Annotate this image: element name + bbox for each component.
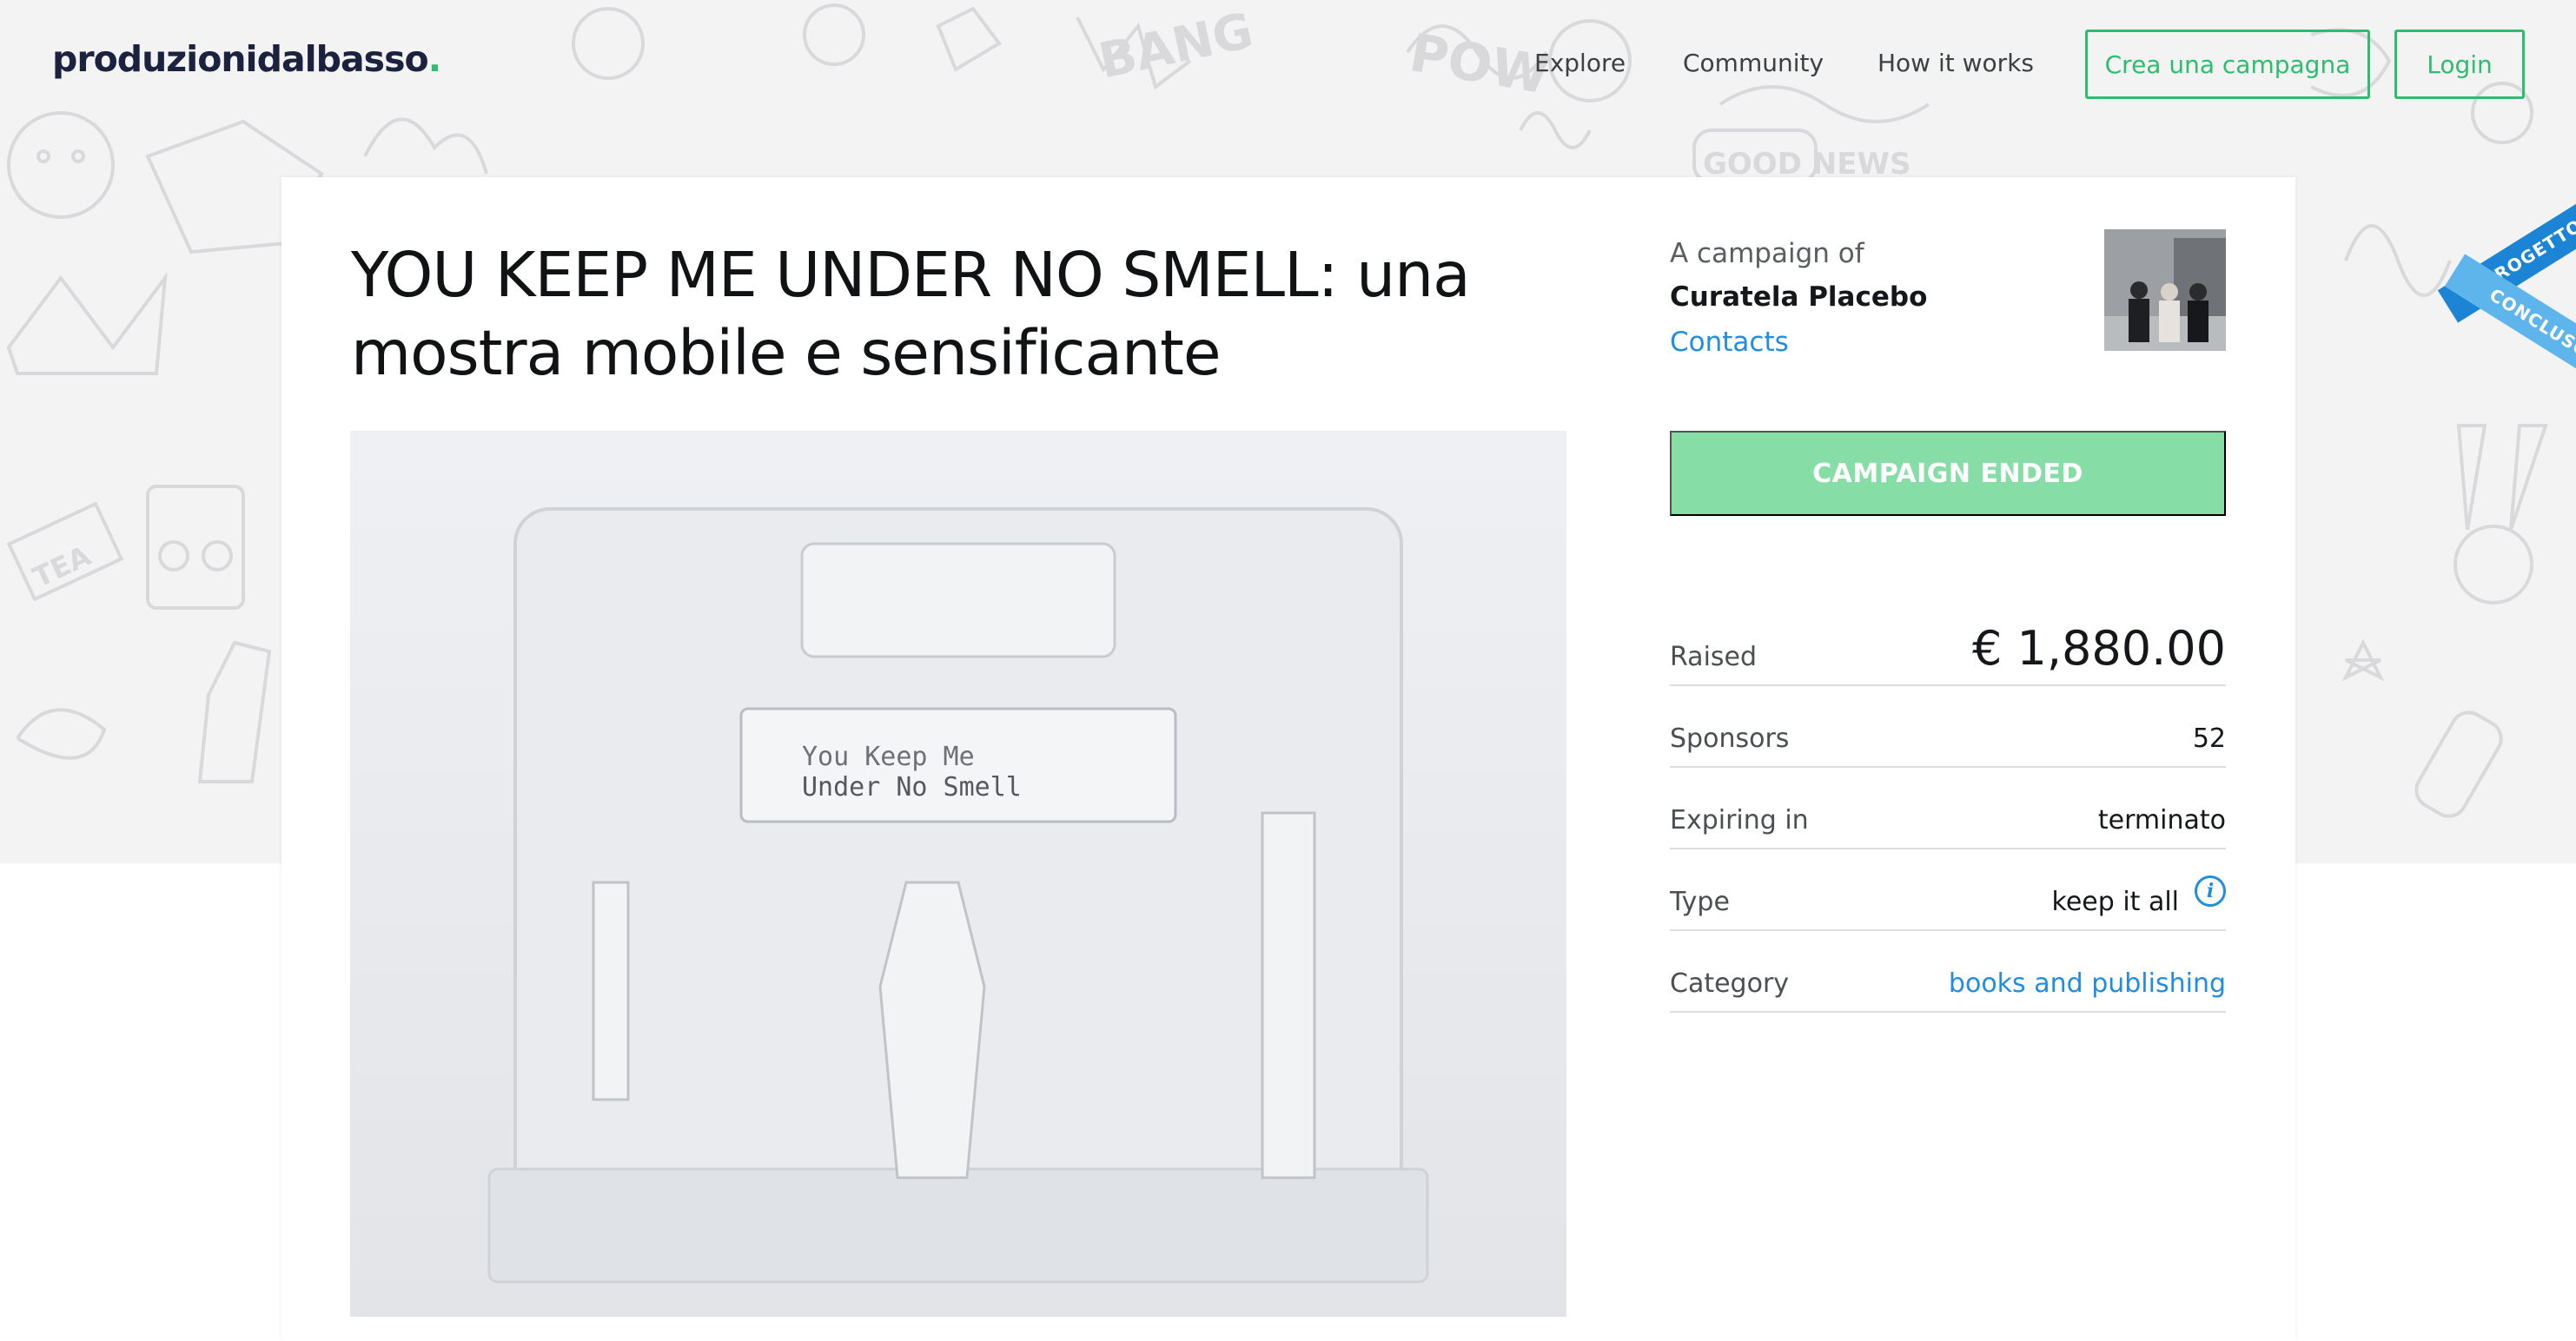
type-label: Type (1670, 887, 1730, 917)
doodle-crown (6, 272, 168, 375)
nav-explore[interactable]: Explore (1534, 49, 1626, 77)
info-icon[interactable]: i (2195, 875, 2226, 907)
campaign-ended-button[interactable]: CAMPAIGN ENDED (1670, 431, 2226, 516)
doodle-rabbit-head (2453, 525, 2533, 604)
category-link[interactable]: books and publishing (1949, 968, 2226, 999)
type-value: keep it all (2051, 887, 2179, 917)
campaign-image[interactable]: You Keep Me Under No Smell (350, 431, 1566, 1317)
tray-vial-left (592, 881, 630, 1101)
doodle-reel (158, 540, 189, 571)
doodle-eye (36, 149, 50, 163)
contacts-link[interactable]: Contacts (1670, 327, 1789, 358)
category-label: Category (1670, 968, 1790, 999)
sponsors-value: 52 (2192, 723, 2226, 754)
avatar-photo (2104, 229, 2226, 351)
stat-row-sponsors: Sponsors 52 (1670, 686, 2226, 768)
stat-row-expiring: Expiring in terminato (1670, 768, 2226, 849)
login-button[interactable]: Login (2394, 30, 2525, 99)
tray-text-line2: Under No Smell (802, 772, 1022, 803)
tray-vial-center (878, 881, 986, 1179)
campaign-card: YOU KEEP ME UNDER NO SMELL: una mostra m… (281, 177, 2295, 1341)
expiring-label: Expiring in (1670, 805, 1809, 836)
logo-text: produzionidalbasso (52, 38, 429, 80)
campaign-of-caption: A campaign of (1670, 238, 1864, 269)
raised-value: € 1,880.00 (1972, 621, 2226, 676)
tray-top-slot (800, 542, 1116, 658)
create-campaign-button[interactable]: Crea una campagna (2085, 30, 2370, 99)
raised-label: Raised (1670, 642, 1758, 672)
sponsors-label: Sponsors (1670, 723, 1790, 754)
stat-row-category: Category books and publishing (1670, 931, 2226, 1013)
doodle-rabbit-ear (2509, 424, 2548, 531)
stat-row-raised: Raised € 1,880.00 (1670, 611, 2226, 686)
tray-vial-right (1261, 811, 1316, 1179)
doodle-rabbit-ear (2456, 424, 2487, 531)
nav-community[interactable]: Community (1683, 49, 1824, 77)
doodle-eye (71, 149, 85, 163)
doodle-good-news-text: GOOD NEWS (1703, 147, 1910, 182)
doodle-lipstick (2414, 710, 2503, 818)
campaign-image-illustration: You Keep Me Under No Smell (350, 431, 1566, 1317)
author-avatar[interactable] (2104, 229, 2226, 351)
tray-base (487, 1167, 1429, 1284)
site-logo[interactable]: produzionidalbasso. (52, 38, 442, 80)
stat-row-type: Type keep it all i (1670, 849, 2226, 931)
doodle-cup (197, 640, 272, 783)
tray-text-line1: You Keep Me (802, 742, 975, 772)
nav-how-it-works[interactable]: How it works (1877, 49, 2034, 77)
campaign-author[interactable]: Curatela Placebo (1670, 281, 1927, 313)
doodle-reel (202, 540, 233, 571)
doodle-star (2341, 638, 2385, 682)
doodle-glasses (16, 708, 107, 760)
campaign-title: YOU KEEP ME UNDER NO SMELL: una mostra m… (351, 239, 1471, 389)
site-header: produzionidalbasso. Explore Community Ho… (0, 0, 2576, 130)
project-concluded-ribbon: PROGETTO CONCLUSO (2433, 184, 2576, 417)
logo-dot: . (427, 38, 442, 80)
expiring-value: terminato (2097, 805, 2226, 836)
